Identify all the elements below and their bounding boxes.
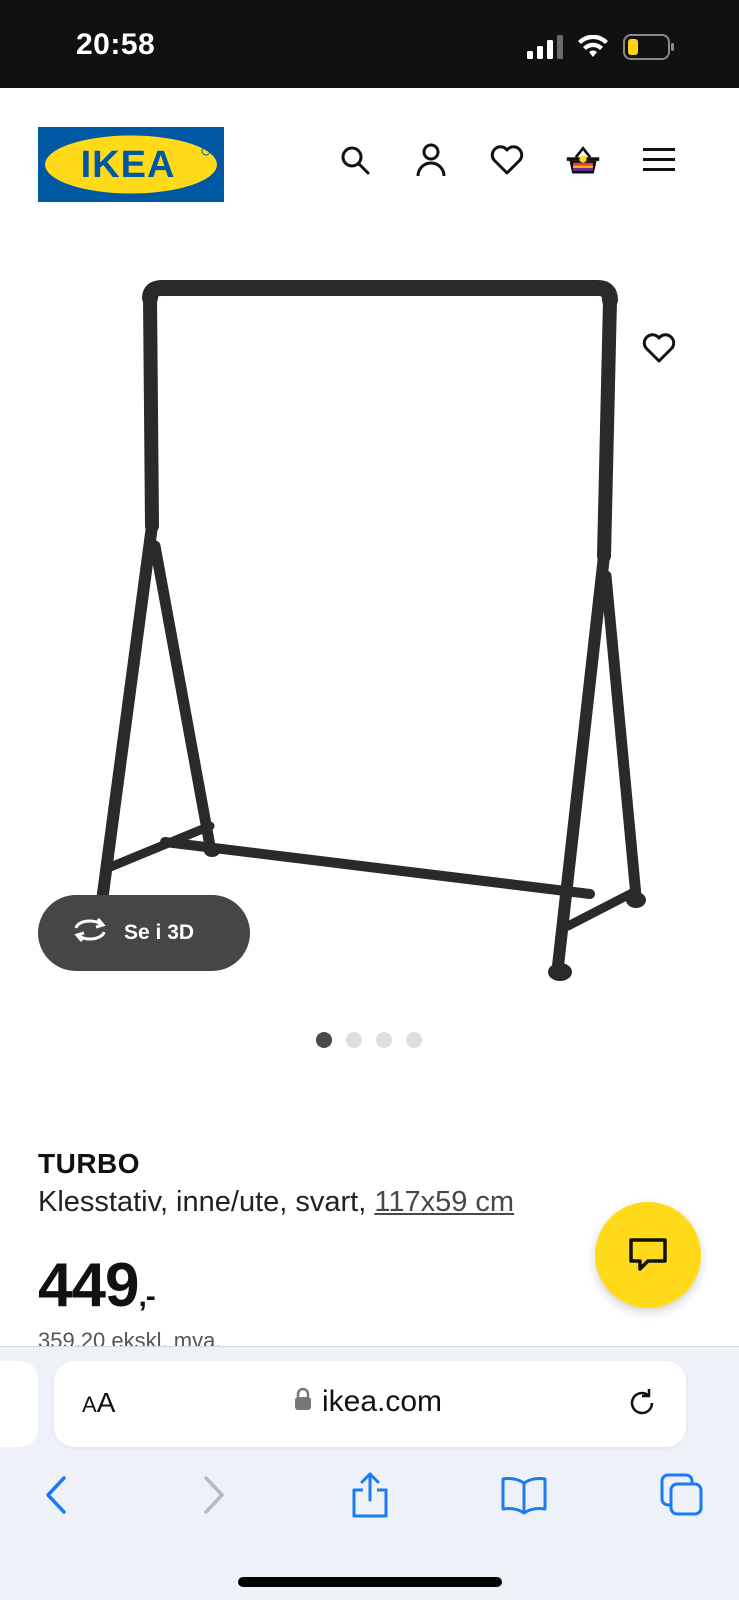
address-bar[interactable]: AA ikea.com: [54, 1361, 686, 1447]
url-text: ikea.com: [322, 1385, 443, 1418]
site-header: IKEA: [0, 88, 739, 236]
gallery-dot[interactable]: [346, 1032, 362, 1048]
home-indicator[interactable]: [238, 1577, 502, 1587]
heart-icon[interactable]: [489, 142, 525, 178]
gallery-dot[interactable]: [316, 1032, 332, 1048]
status-icons: [527, 34, 675, 65]
browser-toolbar: AA ikea.com: [0, 1346, 739, 1600]
reload-icon[interactable]: [626, 1387, 662, 1423]
product-price: 449,-: [38, 1250, 156, 1321]
browser-nav: [0, 1471, 739, 1531]
status-time: 20:58: [76, 28, 156, 61]
product-gallery[interactable]: Se i 3D: [0, 236, 739, 1026]
previous-tab-preview[interactable]: [0, 1361, 38, 1447]
favourite-button[interactable]: [637, 326, 681, 370]
aa-large: A: [96, 1387, 116, 1418]
chat-icon: [629, 1238, 667, 1271]
basket-icon[interactable]: [565, 142, 601, 178]
header-icons: [337, 142, 677, 178]
chat-button[interactable]: [595, 1202, 701, 1308]
rotate-icon: [70, 916, 110, 950]
battery-icon: [623, 34, 675, 65]
aa-small: A: [82, 1392, 97, 1417]
product-description-text: Klesstativ, inne/ute, svart,: [38, 1186, 367, 1218]
view-3d-label: Se i 3D: [124, 921, 195, 944]
wifi-icon: [577, 34, 609, 64]
gallery-dot[interactable]: [376, 1032, 392, 1048]
status-bar: 20:58: [0, 0, 739, 88]
price-value: 449: [38, 1251, 139, 1320]
view-3d-button[interactable]: Se i 3D: [38, 895, 250, 971]
forward-icon[interactable]: [190, 1471, 238, 1519]
search-icon[interactable]: [337, 142, 373, 178]
signal-icon: [527, 35, 563, 64]
gallery-pagination: [316, 1032, 422, 1048]
back-icon[interactable]: [32, 1471, 80, 1519]
user-icon[interactable]: [413, 142, 449, 178]
ikea-logo[interactable]: IKEA: [38, 127, 224, 202]
reader-settings-button[interactable]: AA: [82, 1387, 115, 1419]
lock-icon: [294, 1385, 312, 1419]
share-icon[interactable]: [346, 1471, 394, 1519]
product-size-link[interactable]: 117x59 cm: [374, 1186, 514, 1218]
product-image[interactable]: [0, 236, 739, 1006]
product-description: Klesstativ, inne/ute, svart, 117x59 cm: [38, 1186, 598, 1219]
url-display[interactable]: ikea.com: [294, 1385, 442, 1419]
product-info: TURBO Klesstativ, inne/ute, svart, 117x5…: [38, 1148, 598, 1219]
heart-icon: [642, 333, 676, 363]
svg-text:IKEA: IKEA: [81, 144, 176, 186]
price-suffix: ,-: [138, 1280, 155, 1313]
bookmarks-icon[interactable]: [500, 1471, 548, 1519]
menu-icon[interactable]: [641, 142, 677, 178]
product-name: TURBO: [38, 1148, 141, 1179]
gallery-dot[interactable]: [406, 1032, 422, 1048]
price-ex-vat: 359,20 ekskl. mva.: [38, 1328, 222, 1346]
tabs-icon[interactable]: [658, 1471, 706, 1519]
